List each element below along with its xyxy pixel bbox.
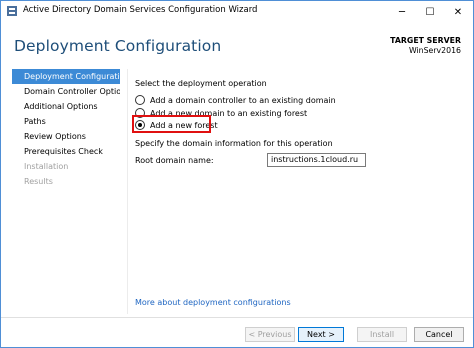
radio-button[interactable] [135, 95, 145, 105]
option-label: Add a domain controller to an existing d… [150, 95, 336, 105]
server-manager-icon [7, 6, 17, 16]
main-content: Select the deployment operation Add a do… [127, 69, 468, 314]
previous-button: < Previous [245, 327, 295, 342]
window-title: Active Directory Domain Services Configu… [23, 5, 258, 15]
wizard-window: Active Directory Domain Services Configu… [0, 0, 474, 348]
close-button[interactable]: ✕ [444, 1, 472, 23]
sidebar-item-domain-controller-options[interactable]: Domain Controller Options [12, 84, 120, 99]
minimize-icon: ─ [398, 6, 406, 18]
page-title: Deployment Configuration [14, 37, 222, 55]
sidebar-item-results: Results [24, 177, 53, 186]
title-bar[interactable]: Active Directory Domain Services Configu… [1, 1, 473, 23]
wizard-steps-sidebar: Deployment Configuration Domain Controll… [12, 69, 120, 189]
root-domain-label: Root domain name: [135, 156, 214, 165]
target-server-name: WinServ2016 [408, 46, 461, 55]
sidebar-item-prerequisites-check[interactable]: Prerequisites Check [12, 144, 120, 159]
sidebar-item-paths[interactable]: Paths [12, 114, 120, 129]
option-add-dc-existing-domain[interactable]: Add a domain controller to an existing d… [135, 94, 336, 106]
sidebar-item-installation: Installation [24, 162, 69, 171]
sidebar-item-review-options[interactable]: Review Options [12, 129, 120, 144]
domain-info-heading: Specify the domain information for this … [135, 139, 333, 148]
footer-divider [1, 317, 473, 318]
cancel-button[interactable]: Cancel [414, 327, 464, 342]
target-server-info: TARGET SERVER WinServ2016 [390, 36, 461, 56]
maximize-icon: ☐ [425, 6, 435, 18]
target-server-label: TARGET SERVER [390, 36, 461, 45]
help-link[interactable]: More about deployment configurations [135, 298, 291, 307]
next-button[interactable]: Next > [298, 327, 344, 342]
root-domain-input[interactable]: instructions.1cloud.ru [267, 153, 366, 167]
sidebar-item-deployment-configuration[interactable]: Deployment Configuration [12, 69, 120, 84]
install-button: Install [357, 327, 407, 342]
minimize-button[interactable]: ─ [388, 1, 416, 23]
highlight-annotation [132, 115, 211, 133]
close-icon: ✕ [453, 6, 463, 18]
operation-heading: Select the deployment operation [135, 79, 267, 88]
sidebar-item-additional-options[interactable]: Additional Options [12, 99, 120, 114]
maximize-button[interactable]: ☐ [416, 1, 444, 23]
